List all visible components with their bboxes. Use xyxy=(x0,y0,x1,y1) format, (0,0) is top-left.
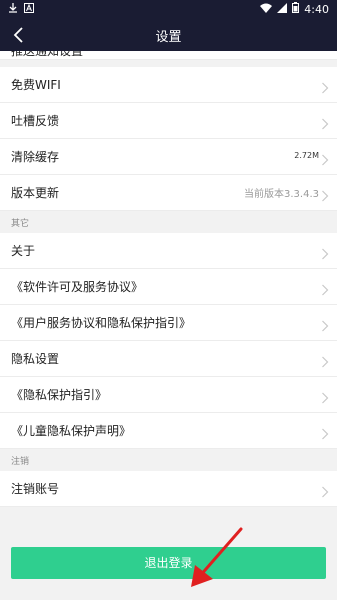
list-item-label: 免费WIFI xyxy=(11,78,61,92)
list-item-children-privacy[interactable]: 《儿童隐私保护声明》 xyxy=(0,413,337,449)
clock-time: 4:40 xyxy=(304,2,329,16)
header-bar: 设置 xyxy=(0,18,337,51)
chevron-right-icon xyxy=(321,245,329,260)
list-item-clear-cache[interactable]: 清除缓存 2.72M xyxy=(0,139,337,175)
list-item-label: 《软件许可及服务协议》 xyxy=(11,280,144,294)
list-item-version-update[interactable]: 版本更新 当前版本3.3.4.3 xyxy=(0,175,337,211)
list-item-label: 推送通知设置 xyxy=(11,51,84,58)
section-title: 注销 xyxy=(11,457,30,467)
list-item-label: 《儿童隐私保护声明》 xyxy=(11,424,132,438)
list-item-label: 注销账号 xyxy=(11,482,60,496)
settings-list[interactable]: 推送通知设置 免费WIFI 吐槽反馈 清除缓存 2.72M 版本更新 当前版本3… xyxy=(0,51,337,600)
a-icon xyxy=(24,3,34,16)
download-icon xyxy=(8,3,18,16)
chevron-right-icon xyxy=(321,187,329,202)
chevron-right-icon xyxy=(321,115,329,130)
chevron-right-icon xyxy=(321,281,329,296)
version-value: 当前版本3.3.4.3 xyxy=(244,189,319,200)
section-header-other: 其它 xyxy=(0,211,337,233)
chevron-right-icon xyxy=(321,425,329,440)
red-arrow-annotation xyxy=(185,527,255,597)
list-item-push-settings[interactable]: 推送通知设置 xyxy=(0,51,337,60)
chevron-right-icon xyxy=(321,79,329,94)
list-item-feedback[interactable]: 吐槽反馈 xyxy=(0,103,337,139)
chevron-right-icon xyxy=(321,151,329,166)
page-title: 设置 xyxy=(155,30,182,45)
status-bar: 4:40 xyxy=(0,0,337,18)
logout-button[interactable]: 退出登录 xyxy=(11,547,326,579)
chevron-right-icon xyxy=(321,353,329,368)
chevron-right-icon xyxy=(321,483,329,498)
list-item-about[interactable]: 关于 xyxy=(0,233,337,269)
list-item-free-wifi[interactable]: 免费WIFI xyxy=(0,67,337,103)
section-header-cancel: 注销 xyxy=(0,449,337,471)
list-item-privacy-settings[interactable]: 隐私设置 xyxy=(0,341,337,377)
list-item-label: 隐私设置 xyxy=(11,352,60,366)
list-item-user-agreement[interactable]: 《用户服务协议和隐私保护指引》 xyxy=(0,305,337,341)
list-item-label: 关于 xyxy=(11,244,36,258)
chevron-right-icon xyxy=(321,317,329,332)
list-item-cancel-account[interactable]: 注销账号 xyxy=(0,471,337,507)
list-item-label: 版本更新 xyxy=(11,186,60,200)
list-item-privacy-guide[interactable]: 《隐私保护指引》 xyxy=(0,377,337,413)
cache-size-value: 2.72M xyxy=(294,151,319,160)
list-item-label: 清除缓存 xyxy=(11,150,60,164)
list-item-label: 《用户服务协议和隐私保护指引》 xyxy=(11,316,192,330)
signal-icon xyxy=(277,2,288,16)
section-title: 其它 xyxy=(11,219,30,229)
battery-icon xyxy=(292,2,300,16)
chevron-right-icon xyxy=(321,389,329,404)
list-item-label: 《隐私保护指引》 xyxy=(11,388,108,402)
list-item-label: 吐槽反馈 xyxy=(11,114,60,128)
wifi-icon xyxy=(260,3,273,16)
list-item-software-license[interactable]: 《软件许可及服务协议》 xyxy=(0,269,337,305)
